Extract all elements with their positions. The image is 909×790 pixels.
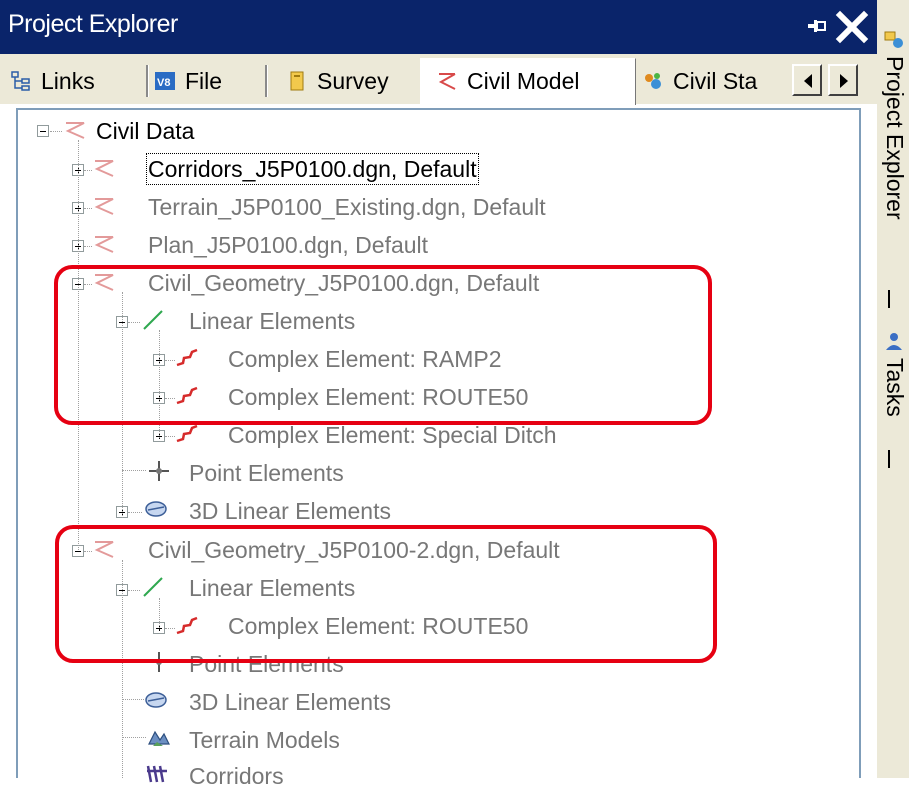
civil-z-icon	[94, 198, 114, 215]
links-icon	[11, 71, 30, 91]
tab-scroll-left-button[interactable]	[792, 64, 822, 96]
tab-strip: Links V8 File Survey Civil Model Civil S…	[0, 54, 877, 105]
corridor-icon	[146, 765, 167, 783]
collapse-toggle[interactable]	[37, 125, 49, 137]
close-icon[interactable]	[834, 9, 870, 45]
docked-sidebar: Project Explorer Tasks	[877, 0, 909, 778]
tree-item-terrain-file[interactable]: Terrain_J5P0100_Existing.dgn, Default	[148, 193, 546, 221]
tab-label: Civil Sta	[673, 67, 758, 94]
highlight-box	[54, 265, 712, 425]
tab-links[interactable]: Links	[10, 63, 140, 99]
tab-label: Links	[41, 67, 95, 94]
sidebar-tab-tasks[interactable]: Tasks	[881, 358, 908, 417]
survey-icon	[290, 71, 304, 91]
terrain-model-icon	[148, 730, 170, 746]
tree-item-plan-file[interactable]: Plan_J5P0100.dgn, Default	[148, 231, 428, 259]
tab-label: File	[185, 67, 223, 94]
tree-item-terrain-models[interactable]: Terrain Models	[189, 726, 340, 754]
project-explorer-panel: Project Explorer Links V8 File Survey Ci…	[0, 0, 877, 789]
project-explorer-icon	[884, 31, 903, 48]
civil-z-icon	[65, 122, 85, 139]
sidebar-divider	[888, 450, 890, 468]
tab-civil-model[interactable]: Civil Model	[436, 63, 632, 99]
pin-icon[interactable]	[806, 15, 828, 37]
tab-file[interactable]: V8 File	[154, 63, 258, 99]
tree-item-corridors-file[interactable]: Corridors_J5P0100.dgn, Default	[146, 153, 479, 185]
svg-text:V8: V8	[157, 77, 170, 89]
civil-z-icon	[94, 236, 114, 253]
tab-scroll-right-button[interactable]	[828, 64, 858, 96]
tab-label: Civil Model	[467, 67, 580, 94]
sidebar-divider	[888, 290, 890, 308]
tab-survey[interactable]: Survey	[286, 63, 416, 99]
tree-item-3d-linear-elements[interactable]: 3D Linear Elements	[189, 497, 391, 525]
window-title: Project Explorer	[8, 10, 178, 38]
arrow-right-icon	[840, 74, 848, 88]
tasks-icon	[886, 333, 902, 350]
point-element-icon	[149, 461, 169, 481]
sidebar-tab-project-explorer[interactable]: Project Explorer	[881, 56, 908, 220]
tree-item-corridors[interactable]: Corridors	[189, 762, 284, 790]
title-bar: Project Explorer	[0, 0, 877, 54]
arrow-left-icon	[804, 74, 812, 88]
civil-standards-icon	[645, 73, 661, 89]
civil-model-icon	[438, 73, 456, 90]
tree-item-point-elements[interactable]: Point Elements	[189, 459, 344, 487]
tab-label: Survey	[317, 67, 389, 94]
civil-z-icon	[94, 160, 114, 177]
3d-linear-element-icon	[145, 501, 167, 517]
tree-item-complex-element[interactable]: Complex Element: Special Ditch	[228, 421, 557, 449]
tree-item-3d-linear-elements[interactable]: 3D Linear Elements	[189, 688, 391, 716]
file-icon: V8	[155, 72, 175, 90]
highlight-box	[55, 525, 717, 663]
tab-civil-standards[interactable]: Civil Sta	[642, 63, 790, 99]
3d-linear-element-icon	[145, 692, 167, 708]
tree-root-civil-data[interactable]: Civil Data	[96, 117, 194, 145]
